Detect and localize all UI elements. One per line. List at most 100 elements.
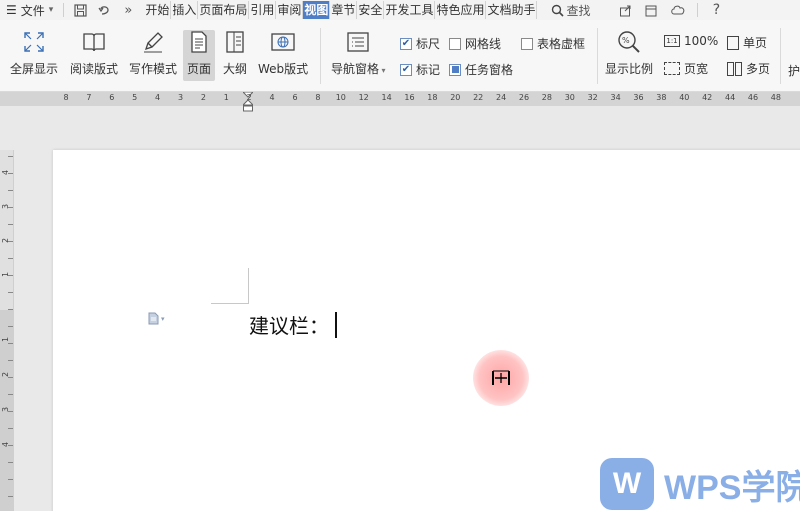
ruler-number: 24	[496, 93, 507, 102]
ruler-number: 6	[292, 93, 298, 102]
page-width-button[interactable]: 页宽	[664, 60, 708, 77]
checkbox-checked: ✔	[400, 37, 412, 50]
fullscreen-icon	[21, 30, 47, 54]
tab-review[interactable]: 审阅	[276, 1, 304, 19]
document-page[interactable]: ▾ 建议栏：	[53, 150, 800, 511]
ruler-tick	[8, 377, 13, 378]
tab-doc-assistant[interactable]: 文档助手	[486, 1, 538, 19]
search-button[interactable]: 查找	[551, 0, 591, 20]
file-menu[interactable]: ☰ 文件 ▾	[0, 0, 59, 20]
save-icon[interactable]	[68, 0, 92, 20]
tab-page-layout[interactable]: 页面布局	[198, 1, 250, 19]
zoom-100-label: 100%	[684, 34, 719, 48]
divider	[780, 28, 781, 84]
ruler-checkbox-label: 标尺	[416, 37, 441, 51]
text-caret	[335, 311, 337, 338]
ruler-checkbox[interactable]: ✔ 标尺	[400, 35, 440, 52]
layout-icon[interactable]	[641, 0, 663, 20]
ruler-number: 8	[63, 93, 69, 102]
resize-cursor-icon	[490, 367, 512, 389]
hamburger-icon: ☰	[6, 3, 17, 17]
ruler-tick	[8, 292, 13, 293]
ruler-tick	[8, 411, 13, 412]
checkbox-checked: ✔	[400, 63, 412, 76]
ruler-tick	[8, 394, 13, 395]
marks-checkbox-label: 标记	[416, 63, 441, 77]
zoom-label: 显示比例	[605, 62, 654, 76]
tab-home[interactable]: 开始	[144, 1, 172, 19]
ruler-number: 6	[109, 93, 115, 102]
chevron-down-icon: ▾	[161, 314, 165, 323]
single-page-button[interactable]: 单页	[727, 34, 767, 51]
ribbon: 全屏显示 阅读版式 写作模式 页面 大纲 Web版式 导航窗格 ▾ ✔ 标尺 网…	[0, 20, 800, 92]
ruler-number: 20	[450, 93, 461, 102]
web-icon	[270, 30, 296, 54]
task-pane-checkbox[interactable]: 任务窗格	[449, 61, 513, 78]
ruler-tick	[8, 343, 13, 344]
ruler-number: 26	[518, 93, 530, 102]
zoom-100-button[interactable]: 1:1 100%	[664, 34, 718, 48]
margin-corner-mark	[248, 268, 249, 304]
svg-text:%: %	[622, 36, 630, 45]
web-layout-button[interactable]: Web版式	[258, 30, 308, 77]
checkbox-unchecked	[521, 37, 533, 50]
page-icon	[186, 30, 212, 54]
protect-button[interactable]: 护	[788, 62, 800, 79]
help-icon[interactable]: ?	[706, 0, 728, 20]
outline-button[interactable]: 大纲	[222, 30, 248, 77]
ruler-tick	[8, 479, 13, 480]
ruler-number: 4	[269, 93, 275, 102]
page-view-button[interactable]: 页面	[183, 30, 215, 81]
gridlines-checkbox[interactable]: 网格线	[449, 35, 501, 52]
marks-checkbox[interactable]: ✔ 标记	[400, 61, 440, 78]
ruler-number: 38	[656, 93, 667, 102]
reading-mode-label: 阅读版式	[70, 62, 119, 76]
ruler-number: 36	[633, 93, 644, 102]
more-icon[interactable]: »	[116, 0, 140, 20]
single-page-label: 单页	[743, 36, 768, 50]
search-icon	[552, 4, 565, 17]
zoom-button[interactable]: % 显示比例	[605, 30, 653, 77]
ribbon-tabs: 开始 插入 页面布局 引用 审阅 视图 章节 安全 开发工具 特色应用 文档助手	[144, 0, 538, 20]
tab-insert[interactable]: 插入	[171, 1, 199, 19]
tab-view[interactable]: 视图	[303, 1, 331, 19]
search-label: 查找	[566, 3, 591, 18]
multi-page-label: 多页	[746, 62, 771, 76]
tab-sections[interactable]: 章节	[330, 1, 358, 19]
tab-references[interactable]: 引用	[249, 1, 277, 19]
chevron-down-icon: ▾	[48, 5, 54, 15]
ruler-number: 1	[1, 336, 11, 343]
writing-mode-button[interactable]: 写作模式	[129, 30, 177, 77]
tab-features[interactable]: 特色应用	[435, 1, 487, 19]
ruler-tick	[8, 173, 13, 174]
ruler-tick	[8, 496, 13, 497]
single-page-icon	[727, 35, 739, 50]
zoom-icon: %	[616, 30, 642, 54]
reading-mode-button[interactable]: 阅读版式	[70, 30, 118, 77]
cloud-icon[interactable]	[667, 0, 689, 20]
share-icon[interactable]	[615, 0, 637, 20]
document-body-text[interactable]: 建议栏：	[249, 310, 337, 339]
outline-label: 大纲	[222, 62, 247, 76]
fullscreen-button[interactable]: 全屏显示	[10, 30, 58, 77]
outline-icon	[222, 30, 248, 54]
tab-developer[interactable]: 开发工具	[384, 1, 436, 19]
navigation-pane-button[interactable]: 导航窗格 ▾	[331, 30, 386, 77]
multi-page-icon	[727, 61, 742, 76]
table-gridlines-checkbox[interactable]: 表格虚框	[521, 35, 585, 52]
ruler-number: 44	[725, 93, 736, 102]
paragraph-handle[interactable]: ▾	[148, 312, 165, 325]
vertical-ruler[interactable]: 43211234	[0, 150, 14, 511]
ruler-number: 5	[132, 93, 138, 102]
undo-icon[interactable]	[92, 0, 116, 20]
fullscreen-label: 全屏显示	[10, 62, 59, 76]
gridlines-checkbox-label: 网格线	[465, 37, 502, 51]
page-width-icon	[664, 62, 680, 75]
wps-academy-watermark: W WPS学院	[600, 458, 800, 510]
ruler-number: 48	[770, 93, 781, 102]
watermark-text: WPS学院	[664, 468, 800, 507]
multi-page-button[interactable]: 多页	[727, 60, 770, 77]
horizontal-ruler[interactable]: 8 7 6 5 4 3 2 1 2 4 6 8 10 12 14 16 18 20 22 24 26 28 30 32 34 36…	[0, 92, 800, 112]
tab-security[interactable]: 安全	[357, 1, 385, 19]
ruler-number: 1	[223, 93, 229, 102]
